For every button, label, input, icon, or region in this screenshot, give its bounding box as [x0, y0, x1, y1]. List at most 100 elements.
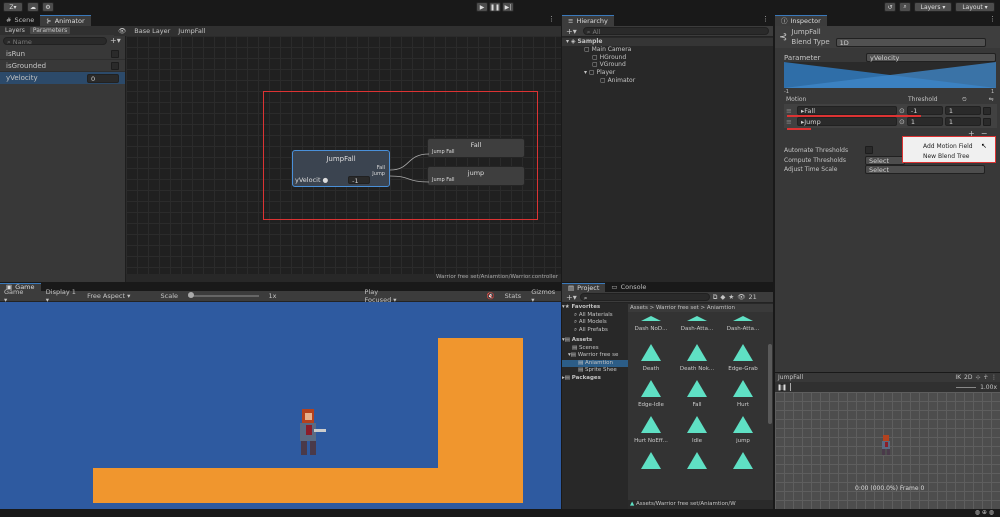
parameter-dropdown[interactable]: yVelocity — [866, 53, 996, 62]
compute-dropdown[interactable]: Select — [865, 156, 905, 165]
game-mode-dropdown[interactable]: Game ▾ — [4, 288, 26, 304]
hierarchy-search[interactable]: ⌕ All — [582, 27, 769, 36]
asset-item[interactable]: Fall — [674, 380, 720, 408]
preview-pause-button[interactable]: ❚❚ — [777, 383, 787, 391]
add-button[interactable]: +▾ — [566, 293, 577, 302]
animator-graph[interactable]: JumpFall Fall Jump yVelocit ● -1 Fall Ju… — [126, 36, 561, 280]
step-button[interactable]: ▶| — [502, 2, 514, 12]
mirror-checkbox[interactable] — [982, 117, 991, 126]
asset-item[interactable]: jump — [720, 416, 766, 444]
tab-scene[interactable]: # Scene — [0, 15, 40, 26]
asset-item[interactable]: Death Nok... — [674, 344, 720, 372]
figure-icon[interactable]: ☥ — [984, 374, 988, 381]
aspect-dropdown[interactable]: Free Aspect ▾ — [87, 292, 150, 300]
tab-project[interactable]: ▤ Project — [562, 283, 606, 292]
tree-item[interactable]: ▢ Main Camera — [562, 46, 773, 54]
subtab-layers[interactable]: Layers — [2, 27, 28, 34]
slider-thumb[interactable] — [188, 292, 195, 298]
tree-item[interactable]: ▢ Animator — [562, 77, 773, 85]
motion-field[interactable]: ▸Fall — [797, 106, 897, 115]
add-param-button[interactable]: +▾ — [110, 36, 122, 45]
breadcrumb-base-layer[interactable]: Base Layer — [134, 27, 170, 35]
speed-input[interactable]: 1 — [944, 117, 981, 126]
scrollbar[interactable] — [768, 344, 772, 424]
mute-icon[interactable]: 🔇 — [487, 292, 495, 300]
stats-button[interactable]: Stats — [505, 292, 522, 300]
tree-item[interactable]: ⌕ All Models — [562, 319, 628, 327]
preview-viewport[interactable]: 0:00 (000.0%) Frame 0 — [775, 392, 1000, 509]
param-search-input[interactable]: ⌕ Name — [3, 36, 107, 46]
layout-dropdown[interactable]: Layout ▾ — [955, 2, 995, 12]
add-button[interactable]: +▾ — [566, 27, 577, 36]
asset-item[interactable]: Idle — [674, 416, 720, 444]
speed-input[interactable]: 1 — [944, 106, 981, 115]
tree-packages[interactable]: ▸▤ Packages — [562, 375, 628, 383]
param-bool-checkbox[interactable] — [111, 61, 119, 70]
tree-item[interactable]: ▢ VGround — [562, 61, 773, 69]
object-picker-icon[interactable]: ⊙ — [899, 118, 905, 126]
motion-row[interactable]: ≡ ▸Jump ⊙ 1 1 — [784, 116, 997, 127]
tab-console[interactable]: ▭ Console — [605, 283, 652, 292]
pause-button[interactable]: ❚❚ — [489, 2, 501, 12]
mirror-checkbox[interactable] — [982, 106, 991, 115]
asset-item[interactable]: Dash NoD... — [628, 316, 674, 332]
filter-icon[interactable]: ⧉ — [713, 293, 718, 302]
param-row[interactable]: yVelocity 0 — [0, 72, 125, 84]
speed-slider[interactable] — [956, 386, 977, 388]
adjust-dropdown[interactable]: Select — [865, 165, 985, 174]
asset-item[interactable]: Edge-Grab — [720, 344, 766, 372]
tree-item[interactable]: ▾ ▢ Player — [562, 69, 773, 77]
param-row[interactable]: isGrounded — [0, 60, 125, 72]
motion-field[interactable]: ▸Jump — [797, 117, 897, 126]
eye-icon[interactable]: 👁 — [118, 27, 126, 35]
timeline-bar[interactable] — [790, 383, 952, 391]
cloud-button[interactable]: ☁ — [27, 2, 39, 12]
tree-item[interactable]: ⌕ All Prefabs — [562, 327, 628, 335]
tree-item[interactable]: ⌕ All Materials — [562, 312, 628, 320]
asset-item[interactable]: Edge-Idle — [628, 380, 674, 408]
display-dropdown[interactable]: Display 1 ▾ — [46, 288, 77, 304]
tree-item[interactable]: ▤ Scenes — [562, 345, 628, 353]
object-picker-icon[interactable]: ⊙ — [899, 107, 905, 115]
tree-item[interactable]: ▾▤ Warrior free se — [562, 352, 628, 360]
automate-checkbox[interactable] — [865, 146, 873, 154]
blend-type-dropdown[interactable]: 1D — [835, 37, 986, 47]
subtab-parameters[interactable]: Parameters — [29, 27, 71, 34]
pivot-icon[interactable]: ⊹ — [975, 374, 980, 381]
asset-item[interactable] — [628, 452, 674, 469]
play-focused-dropdown[interactable]: Play Focused ▾ — [365, 288, 407, 304]
param-float-input[interactable]: 0 — [87, 73, 119, 83]
asset-item[interactable]: Hurt NoEff... — [628, 416, 674, 444]
menu-item-new-blend-tree[interactable]: New Blend Tree — [923, 152, 995, 162]
asset-item[interactable] — [720, 452, 766, 469]
layers-dropdown[interactable]: Layers ▾ — [914, 2, 952, 12]
asset-item[interactable]: Hurt — [720, 380, 766, 408]
panel-menu-icon[interactable]: ⋮ — [762, 15, 769, 23]
tree-item-scene[interactable]: ▾ ◈ Sample — [562, 38, 773, 46]
asset-item[interactable]: Dash-Atta... — [720, 316, 766, 332]
tree-item[interactable]: ▤ Sprite Shee — [562, 367, 628, 375]
history-button[interactable]: ↺ — [884, 2, 896, 12]
asset-item[interactable]: Death — [628, 344, 674, 372]
play-button[interactable]: ▶ — [476, 2, 488, 12]
scale-slider[interactable] — [188, 292, 259, 298]
asset-item[interactable]: Dash-Atta... — [674, 316, 720, 332]
tree-favorites[interactable]: ▾★ Favorites — [562, 304, 628, 312]
drag-handle-icon[interactable]: ≡ — [786, 107, 795, 115]
label-icon[interactable]: ◆ — [720, 293, 725, 301]
menu-icon[interactable]: ⋮ — [991, 374, 997, 381]
search-button[interactable]: ⌕ — [899, 2, 911, 12]
param-bool-checkbox[interactable] — [111, 49, 119, 58]
tree-assets[interactable]: ▾▤ Assets — [562, 337, 628, 345]
account-dropdown[interactable]: Z ▾ — [3, 2, 23, 12]
tab-hierarchy[interactable]: ≡ Hierarchy — [562, 15, 614, 26]
asset-item[interactable] — [674, 452, 720, 469]
panel-menu-icon[interactable]: ⋮ — [548, 15, 555, 23]
gizmos-dropdown[interactable]: Gizmos ▾ — [531, 288, 557, 304]
ik-toggle[interactable]: IK — [955, 374, 961, 381]
threshold-input[interactable]: -1 — [906, 106, 943, 115]
tree-item-selected[interactable]: ▤ Aniamtion — [562, 359, 628, 367]
drag-handle-icon[interactable]: ≡ — [786, 118, 795, 126]
favorite-icon[interactable]: ★ — [728, 293, 734, 301]
panel-menu-icon[interactable]: ⋮ — [989, 15, 996, 23]
